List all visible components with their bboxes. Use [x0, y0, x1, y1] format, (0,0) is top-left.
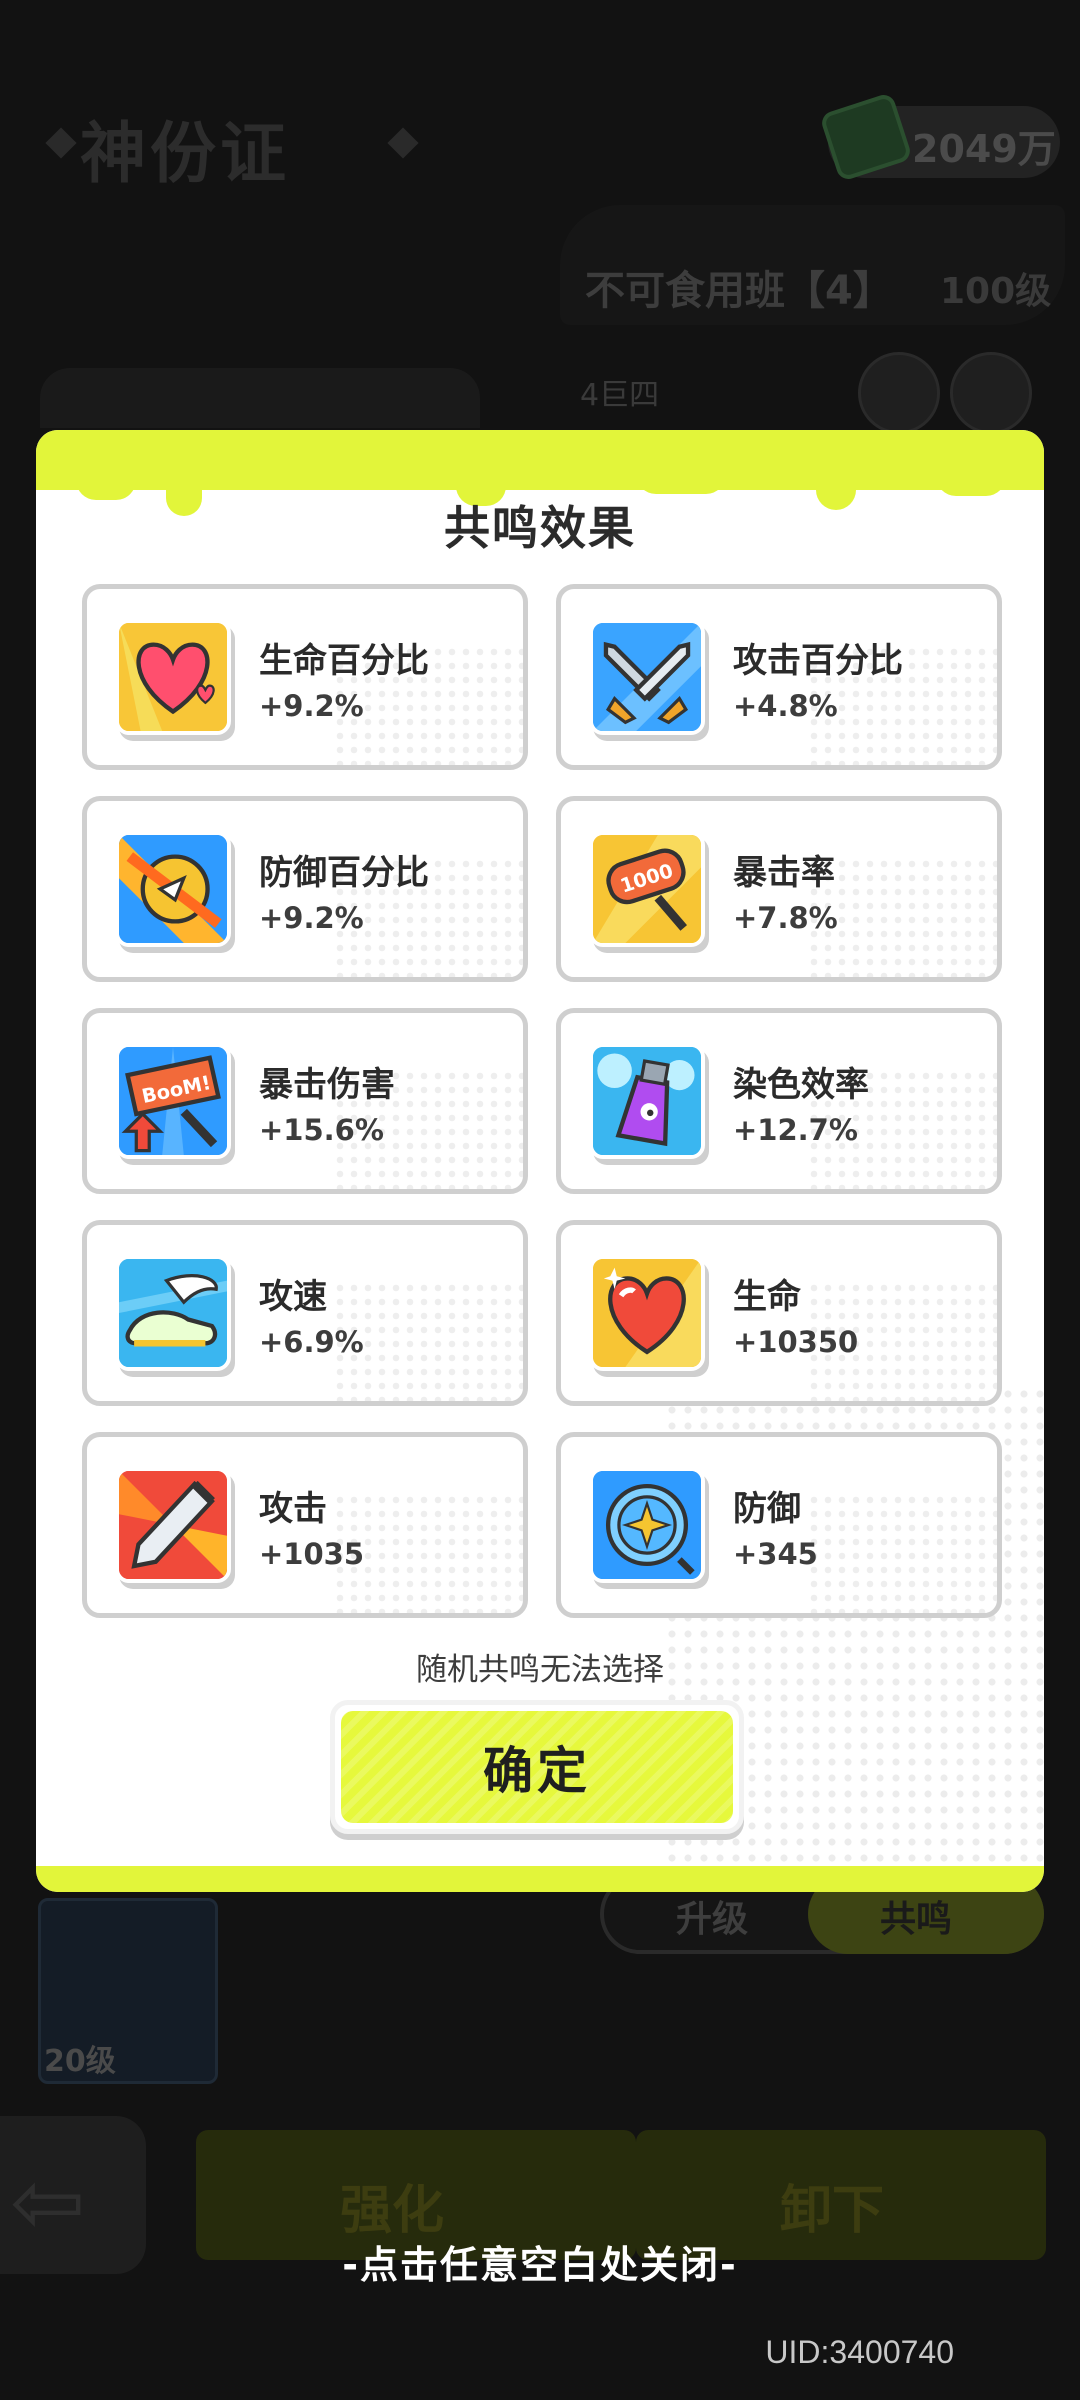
- slime-drip: [936, 460, 1006, 496]
- slime-drip: [636, 460, 726, 494]
- effect-name: 暴击伤害: [259, 1065, 395, 1105]
- crit-hammer-icon: 1000: [589, 831, 705, 947]
- effect-card: BooM! 暴击伤害 +15.6%: [82, 1008, 528, 1194]
- blade-icon: [115, 1467, 231, 1583]
- effect-value: +6.9%: [259, 1325, 364, 1359]
- effect-card: 1000 暴击率 +7.8%: [556, 796, 1002, 982]
- enhance-label: 强化: [340, 2181, 445, 2241]
- game-screen: 神份证 2049万 不可食用班【4】 100级 4巨四 20级 升级 共鸣 ⇦ …: [0, 0, 1080, 2400]
- item-level: 100级: [940, 271, 1052, 312]
- confirm-button[interactable]: 确定: [330, 1700, 744, 1834]
- effect-value: +15.6%: [259, 1113, 384, 1147]
- effect-name: 防御百分比: [259, 853, 429, 893]
- slime-footer: [36, 1866, 1044, 1892]
- effect-value: +9.2%: [259, 689, 364, 723]
- effect-name: 防御: [733, 1489, 801, 1529]
- effect-value: +12.7%: [733, 1113, 858, 1147]
- effect-name: 攻击: [259, 1489, 327, 1529]
- background-stripe: [40, 368, 480, 428]
- effect-card: 防御 +345: [556, 1432, 1002, 1618]
- effect-card: 攻击 +1035: [82, 1432, 528, 1618]
- effect-value: +9.2%: [259, 901, 364, 935]
- close-hint[interactable]: -点击任意空白处关闭-: [0, 2234, 1080, 2289]
- effect-value: +4.8%: [733, 689, 838, 723]
- card-dots: [807, 1493, 997, 1613]
- effect-value: +10350: [733, 1325, 859, 1359]
- unequip-label: 卸下: [780, 2181, 885, 2241]
- effect-card: 染色效率 +12.7%: [556, 1008, 1002, 1194]
- effect-name: 染色效率: [733, 1065, 869, 1105]
- card-level: 20级: [44, 2044, 116, 2079]
- random-resonance-note: 随机共鸣无法选择: [416, 1652, 664, 1688]
- slime-drip: [286, 460, 366, 490]
- effect-name: 攻击百分比: [733, 641, 903, 681]
- effect-card: 生命 +10350: [556, 1220, 1002, 1406]
- title-deco-right: [387, 127, 419, 159]
- resonance-modal: 共鸣效果 生命百分比 +9.2% 攻击百分比 +4.8% 防御百分比 +9.2%…: [36, 430, 1044, 1892]
- shield-break-icon: [115, 831, 231, 947]
- effect-name: 攻速: [259, 1277, 327, 1317]
- round-shield-icon: [589, 1467, 705, 1583]
- currency-display[interactable]: 2049万: [819, 91, 1060, 183]
- effect-value: +1035: [259, 1537, 365, 1571]
- effect-card: 攻击百分比 +4.8%: [556, 584, 1002, 770]
- effect-name: 生命百分比: [259, 641, 429, 681]
- paint-bottle-icon: [589, 1043, 705, 1159]
- effect-value: +345: [733, 1537, 818, 1571]
- user-id: UID:3400740: [765, 2334, 954, 2370]
- title-deco-left: [45, 127, 77, 159]
- cash-icon: [819, 91, 913, 183]
- effect-value: +7.8%: [733, 901, 838, 935]
- modal-title: 共鸣效果: [444, 501, 636, 555]
- trash-button[interactable]: [858, 352, 940, 434]
- effect-name: 暴击率: [733, 853, 835, 893]
- tab-resonance[interactable]: 共鸣: [880, 1890, 952, 1942]
- heart-icon: [589, 1255, 705, 1371]
- winged-shoe-icon: [115, 1255, 231, 1371]
- item-status: 不可食用班【4】: [585, 268, 893, 314]
- boom-sign-icon: BooM!: [115, 1043, 231, 1159]
- currency-amount: 2049万: [912, 127, 1056, 171]
- effect-card: 防御百分比 +9.2%: [82, 796, 528, 982]
- effect-name: 生命: [733, 1277, 801, 1317]
- page-title: 神份证: [80, 115, 290, 192]
- heart-percent-icon: [115, 619, 231, 735]
- sword-percent-icon: [589, 619, 705, 735]
- confirm-label: 确定: [341, 1711, 733, 1823]
- lock-button[interactable]: [950, 352, 1032, 434]
- effect-card: 生命百分比 +9.2%: [82, 584, 528, 770]
- item-sub-label: 4巨四: [580, 378, 660, 413]
- effect-card: 攻速 +6.9%: [82, 1220, 528, 1406]
- tab-upgrade[interactable]: 升级: [676, 1890, 748, 1942]
